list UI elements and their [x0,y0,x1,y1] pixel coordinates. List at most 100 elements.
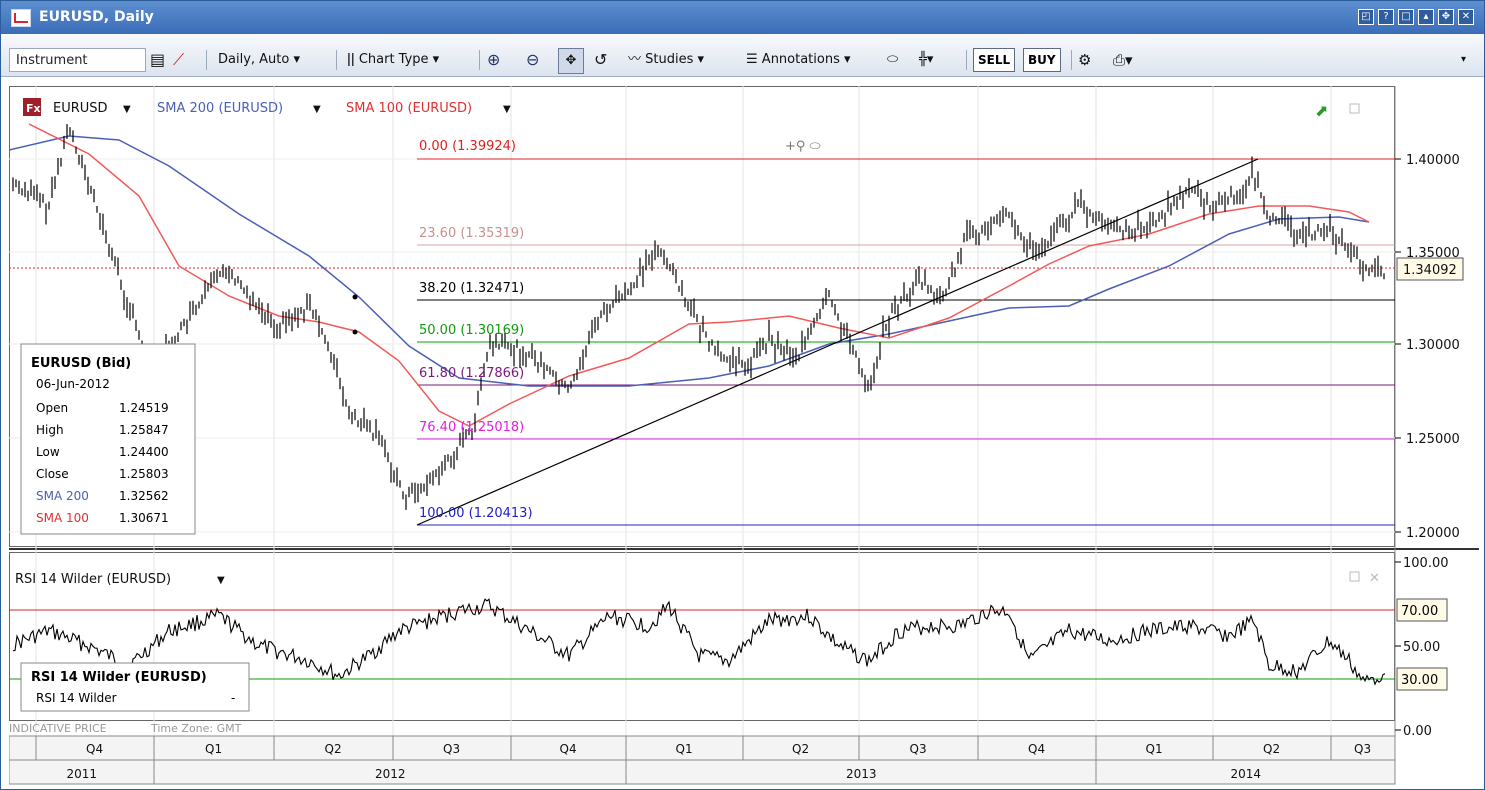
restore-icon[interactable]: ◰ [1358,9,1374,25]
tooltip-close-label: Close [36,467,69,481]
sell-button[interactable]: SELL [973,48,1016,72]
tooltip-open-value: 1.24519 [119,401,169,415]
quarter-tick-11: Q3 [1354,742,1371,756]
rsi-tick-100: 100.00 [1403,556,1449,571]
rsi-tooltip: RSI 14 Wilder (EURUSD) RSI 14 Wilder - [20,662,250,712]
window-controls: ◰ ? □ ▴ ✥ ✕ [1358,9,1474,25]
crosshair-icon[interactable]: ╬▾ [919,48,933,72]
tooltip-sma200-value: 1.32562 [119,489,169,503]
chart-canvas[interactable]: 0.00 (1.39924) 23.60 (1.35319) 38.20 (1.… [9,86,1479,788]
legend-instrument-dropdown-icon[interactable]: ▼ [123,104,131,115]
rsi-title[interactable]: RSI 14 Wilder (EURUSD) [15,572,171,587]
studies-icon: 〰 [628,52,642,67]
chart-window: EURUSD, Daily ◰ ? □ ▴ ✥ ✕ Instrument ▤ ⟋… [0,0,1485,790]
interval-label: Daily, Auto [218,52,290,67]
buy-button[interactable]: BUY [1023,48,1061,72]
chart-icon [11,9,31,27]
print-icon[interactable]: ⎙▾ [1113,48,1133,72]
fib-label-38: 38.20 (1.32471) [419,281,524,296]
year-tick-2014: 2014 [1231,767,1262,781]
quarter-tick-7: Q3 [910,742,927,756]
instrument-picker-icon[interactable]: ▤ [150,48,165,72]
indicative-price-label: INDICATIVE PRICE [9,722,107,735]
float-icon[interactable]: ▴ [1418,9,1434,25]
quarter-tick-1: Q1 [205,742,222,756]
y-tick-1.40: 1.40000 [1406,153,1460,168]
rsi-dropdown-icon[interactable]: ▼ [217,575,225,586]
expand-icon[interactable]: ✥ [1438,9,1454,25]
fib-label-0: 0.00 (1.39924) [419,139,516,154]
legend-sma200[interactable]: SMA 200 (EURUSD) [157,101,283,116]
rsi-tick-0: 0.00 [1403,724,1432,739]
studies-dropdown[interactable]: 〰 Studies ▾ [628,48,704,72]
quarter-tick-4: Q4 [560,742,577,756]
tooltip-sma100-label: SMA 100 [36,511,89,525]
tooltip-header: EURUSD (Bid) [31,356,131,371]
window-title: EURUSD, Daily [39,9,154,25]
timezone-label: Time Zone: GMT [150,722,242,735]
studies-label: Studies [645,52,694,67]
legend-sma200-dropdown-icon[interactable]: ▼ [313,104,321,115]
fib-edit-icon[interactable]: +⚲ ⬭ [785,139,821,154]
tooltip-close-value: 1.25803 [119,467,169,481]
eraser-icon[interactable]: ⬭ [887,48,898,72]
tooltip-date: 06-Jun-2012 [36,377,110,391]
fib-label-50: 50.00 (1.30169) [419,323,524,338]
rsi-tick-50: 50.00 [1403,640,1440,655]
zoom-in-icon[interactable]: ⊕ [487,48,500,72]
y-tick-1.20: 1.20000 [1406,526,1460,541]
instrument-input[interactable]: Instrument [9,48,146,72]
ohlc-tooltip: EURUSD (Bid) 06-Jun-2012 Open 1.24519 Hi… [20,343,196,535]
sma200-marker [352,294,358,300]
quarter-tick-2: Q2 [325,742,342,756]
quarter-tick-8: Q4 [1028,742,1045,756]
rsi-tooltip-header: RSI 14 Wilder (EURUSD) [31,670,207,685]
legend-instrument[interactable]: EURUSD [53,101,108,116]
year-tick-2011: 2011 [67,767,98,781]
chart-type-dropdown[interactable]: ǀǀ Chart Type ▾ [347,48,439,72]
maximize-icon[interactable]: □ [1398,9,1414,25]
legend-sma100-dropdown-icon[interactable]: ▼ [503,104,511,115]
rsi-tooltip-value: - [231,691,235,705]
current-price-text: 1.34092 [1403,263,1457,278]
legend-sma100[interactable]: SMA 100 (EURUSD) [346,101,472,116]
fib-label-23: 23.60 (1.35319) [419,226,524,241]
title-bar[interactable]: EURUSD, Daily ◰ ? □ ▴ ✥ ✕ [1,1,1484,34]
annotations-icon: ☰ [746,52,758,67]
candles-icon: ǀǀ [347,52,355,67]
quarter-tick-5: Q1 [676,742,693,756]
scroll-down-icon[interactable]: ▾ [1461,48,1466,72]
tooltip-low-value: 1.24400 [119,445,169,459]
fib-label-76: 76.40 (1.25018) [419,420,524,435]
interval-dropdown[interactable]: Daily, Auto ▾ [218,48,300,72]
quarter-tick-10: Q2 [1263,742,1280,756]
settings-icon[interactable]: ⚙ [1078,48,1091,72]
quarter-tick-9: Q1 [1146,742,1163,756]
rsi-tooltip-label: RSI 14 Wilder [36,691,117,705]
tooltip-sma100-value: 1.30671 [119,511,169,525]
help-icon[interactable]: ? [1378,9,1394,25]
quarter-tick-3: Q3 [443,742,460,756]
sma100-marker [352,329,358,335]
reset-icon[interactable]: ↺ [594,48,607,72]
rsi-30-text: 30.00 [1401,673,1438,688]
rsi-70-text: 70.00 [1401,604,1438,619]
close-icon[interactable]: ✕ [1458,9,1474,25]
rsi-close-icon[interactable]: ✕ [1369,571,1380,586]
zoom-out-icon[interactable]: ⊖ [526,48,539,72]
y-tick-1.30: 1.30000 [1406,338,1460,353]
quarter-tick-0: Q4 [86,742,103,756]
y-tick-1.25: 1.25000 [1406,432,1460,447]
tooltip-open-label: Open [36,401,68,415]
toolbar: Instrument ▤ ⟋ Daily, Auto ▾ ǀǀ Chart Ty… [1,34,1484,77]
draw-tool-icon[interactable]: ⟋ [173,48,184,72]
tooltip-high-value: 1.25847 [119,423,169,437]
quarter-tick-6: Q2 [792,742,809,756]
year-tick-2012: 2012 [375,767,406,781]
trend-up-icon[interactable]: ⬈ [1315,101,1328,120]
annotations-label: Annotations [761,52,840,67]
annotations-dropdown[interactable]: ☰ Annotations ▾ [746,48,851,72]
fib-label-100: 100.00 (1.20413) [419,506,533,521]
tooltip-low-label: Low [36,445,60,459]
pan-icon[interactable]: ✥ [558,48,584,74]
